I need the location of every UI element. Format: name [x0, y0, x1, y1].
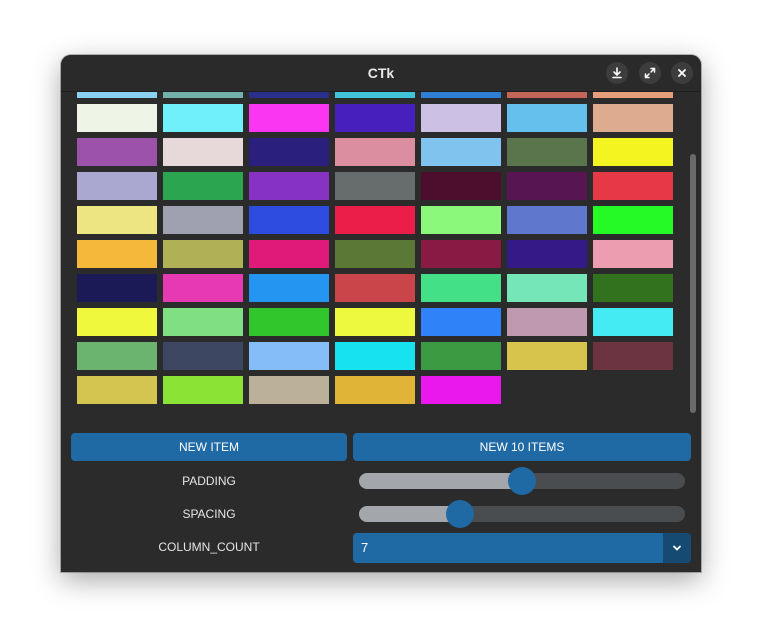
color-swatch[interactable] [249, 92, 329, 98]
color-swatch[interactable] [163, 104, 243, 132]
color-swatch[interactable] [77, 342, 157, 370]
spacing-slider-knob[interactable] [446, 500, 474, 528]
padding-label: PADDING [182, 474, 236, 488]
column-count-combobox[interactable]: 7 [353, 533, 691, 563]
ctk-window: CTk NEW ITEM NEW 10 ITEMS PADDING SPACIN… [61, 55, 701, 572]
color-swatch[interactable] [77, 376, 157, 404]
color-swatch[interactable] [507, 138, 587, 166]
color-swatch[interactable] [77, 92, 157, 98]
new-10-items-button[interactable]: NEW 10 ITEMS [353, 433, 691, 461]
color-swatch[interactable] [163, 342, 243, 370]
color-swatch[interactable] [335, 206, 415, 234]
color-swatch[interactable] [421, 138, 501, 166]
color-swatch[interactable] [335, 376, 415, 404]
color-swatch[interactable] [593, 138, 673, 166]
color-swatch[interactable] [249, 274, 329, 302]
color-swatch[interactable] [249, 206, 329, 234]
maximize-button[interactable] [639, 62, 661, 84]
chevron-down-icon [673, 545, 681, 551]
color-swatch[interactable] [507, 172, 587, 200]
window-title: CTk [367, 65, 395, 81]
color-swatch[interactable] [421, 240, 501, 268]
color-swatch[interactable] [163, 172, 243, 200]
color-swatch[interactable] [421, 342, 501, 370]
color-swatch[interactable] [421, 274, 501, 302]
color-swatch[interactable] [249, 342, 329, 370]
color-swatch[interactable] [507, 104, 587, 132]
padding-slider[interactable] [359, 467, 685, 495]
color-swatch[interactable] [421, 376, 501, 404]
padding-slider-knob[interactable] [508, 467, 536, 495]
color-swatch[interactable] [593, 206, 673, 234]
color-swatch[interactable] [163, 376, 243, 404]
color-swatch[interactable] [77, 172, 157, 200]
color-swatch[interactable] [507, 92, 587, 98]
color-swatch[interactable] [593, 342, 673, 370]
color-swatch[interactable] [163, 274, 243, 302]
color-swatch[interactable] [249, 172, 329, 200]
spacing-slider[interactable] [359, 500, 685, 528]
color-swatch[interactable] [163, 206, 243, 234]
color-swatch[interactable] [593, 104, 673, 132]
color-swatch[interactable] [421, 104, 501, 132]
padding-slider-fill [359, 473, 522, 489]
color-swatch[interactable] [249, 138, 329, 166]
new-item-button[interactable]: NEW ITEM [71, 433, 347, 461]
color-swatch[interactable] [593, 274, 673, 302]
close-button[interactable] [671, 62, 693, 84]
color-swatch[interactable] [593, 92, 673, 98]
color-swatch[interactable] [593, 172, 673, 200]
color-swatch[interactable] [163, 240, 243, 268]
color-swatch[interactable] [507, 342, 587, 370]
color-swatch[interactable] [249, 240, 329, 268]
spacing-slider-fill [359, 506, 460, 522]
maximize-icon [644, 67, 656, 79]
color-swatch[interactable] [163, 138, 243, 166]
close-icon [678, 69, 686, 77]
color-swatch[interactable] [249, 308, 329, 336]
color-swatch[interactable] [335, 92, 415, 98]
color-swatch[interactable] [593, 308, 673, 336]
color-swatch[interactable] [77, 104, 157, 132]
color-swatch[interactable] [77, 240, 157, 268]
color-swatch[interactable] [507, 206, 587, 234]
color-swatch[interactable] [77, 206, 157, 234]
color-swatch[interactable] [421, 206, 501, 234]
color-swatch[interactable] [335, 308, 415, 336]
download-button[interactable] [606, 62, 628, 84]
controls-panel: NEW ITEM NEW 10 ITEMS PADDING SPACING CO… [61, 427, 701, 572]
color-swatch[interactable] [335, 104, 415, 132]
color-swatch[interactable] [77, 308, 157, 336]
scrollable-grid-frame [61, 92, 701, 427]
color-swatch[interactable] [335, 138, 415, 166]
column-count-label: COLUMN_COUNT [158, 540, 260, 554]
color-swatch[interactable] [421, 308, 501, 336]
color-swatch[interactable] [77, 138, 157, 166]
color-swatch[interactable] [507, 240, 587, 268]
titlebar: CTk [61, 55, 701, 92]
combobox-dropdown-button[interactable] [663, 533, 691, 563]
color-swatch[interactable] [593, 240, 673, 268]
download-icon [612, 67, 622, 79]
color-swatch[interactable] [249, 376, 329, 404]
scrollbar-thumb[interactable] [690, 154, 696, 413]
column-count-value: 7 [361, 540, 369, 555]
color-swatch[interactable] [335, 274, 415, 302]
color-swatch[interactable] [507, 274, 587, 302]
color-swatch[interactable] [335, 172, 415, 200]
color-swatch[interactable] [77, 274, 157, 302]
vertical-scrollbar[interactable] [686, 92, 698, 427]
color-swatch[interactable] [335, 240, 415, 268]
color-swatch[interactable] [249, 104, 329, 132]
color-swatch[interactable] [335, 342, 415, 370]
color-swatch[interactable] [421, 92, 501, 98]
color-swatch[interactable] [421, 172, 501, 200]
spacing-label: SPACING [182, 507, 236, 521]
color-swatch[interactable] [507, 308, 587, 336]
color-swatch[interactable] [163, 308, 243, 336]
color-swatch[interactable] [163, 92, 243, 98]
